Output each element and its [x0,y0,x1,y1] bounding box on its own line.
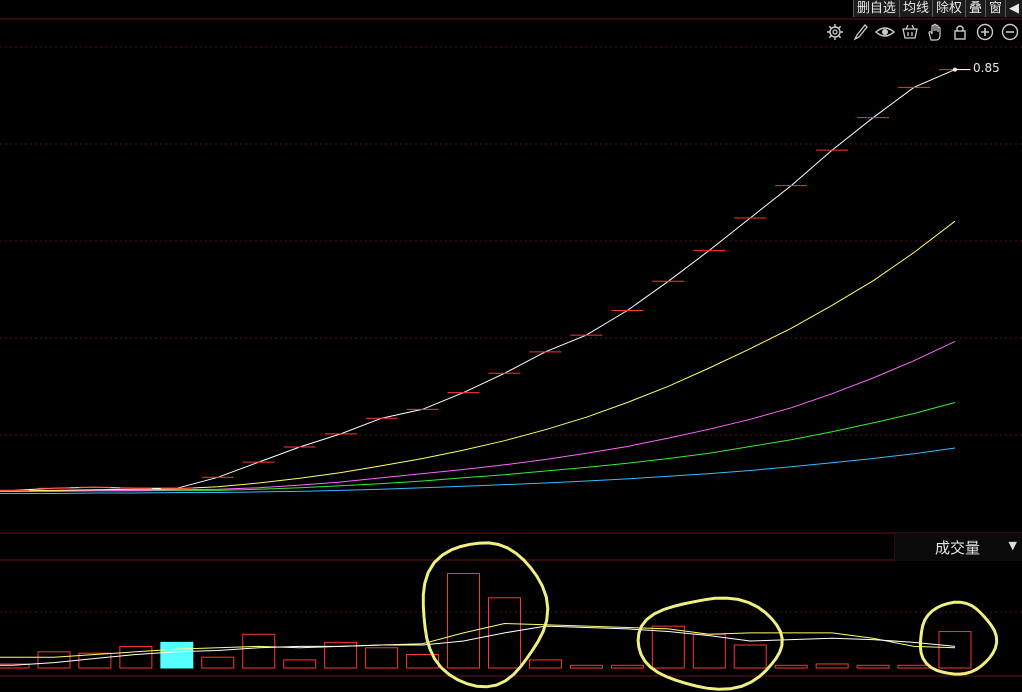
volume-bar [733,644,767,669]
chart-canvas[interactable] [0,0,1022,692]
lock-icon[interactable] [950,22,970,42]
volume-bar [201,656,235,669]
volume-bar [365,647,399,669]
annotation-circle [918,600,999,676]
volume-bar [610,664,644,669]
volume-bar [897,664,931,669]
ma-line-2 [0,340,956,492]
volume-bar [37,651,71,669]
last-price-dot [953,67,957,72]
top-toolbar: 删自选 均线 除权 叠 窗 ◀ [852,0,1022,17]
volume-ma-white [0,625,956,666]
volume-indicator-select[interactable]: 成交量 ▼ [894,533,1022,561]
last-price-label: 0.85 [973,61,1000,75]
collapse-left-icon[interactable]: ◀ [1005,0,1022,17]
volume-bar [815,663,849,669]
volume-bar [447,573,481,669]
hand-icon[interactable] [925,22,945,42]
volume-ma-yellow [0,622,956,658]
price-line [0,69,956,491]
tool-icons [825,22,1022,42]
ex-rights-button[interactable]: 除权 [931,0,965,17]
eye-icon[interactable] [875,22,895,42]
volume-bar [692,633,726,669]
ma-line-1 [0,220,956,492]
chevron-down-icon: ▼ [1008,539,1017,552]
volume-bar [569,664,603,669]
brush-icon[interactable] [850,22,870,42]
ma-line-4 [0,447,956,494]
volume-bar [119,645,153,669]
overlay-button[interactable]: 叠 [964,0,985,17]
volume-bar [242,633,276,669]
moving-average-button[interactable]: 均线 [898,0,932,17]
volume-indicator-label: 成交量 [935,539,981,557]
volume-bar [528,659,562,669]
volume-bar [938,631,972,669]
gear-icon[interactable] [825,22,845,42]
basket-icon[interactable] [900,22,920,42]
volume-bar [774,664,808,669]
zoom-in-icon[interactable] [975,22,995,42]
volume-bar [283,659,317,669]
volume-bar [856,664,890,669]
window-button[interactable]: 窗 [984,0,1005,17]
zoom-out-icon[interactable] [1000,22,1020,42]
volume-bar-highlight [160,641,194,669]
delete-watchlist-button[interactable]: 删自选 [852,0,899,17]
